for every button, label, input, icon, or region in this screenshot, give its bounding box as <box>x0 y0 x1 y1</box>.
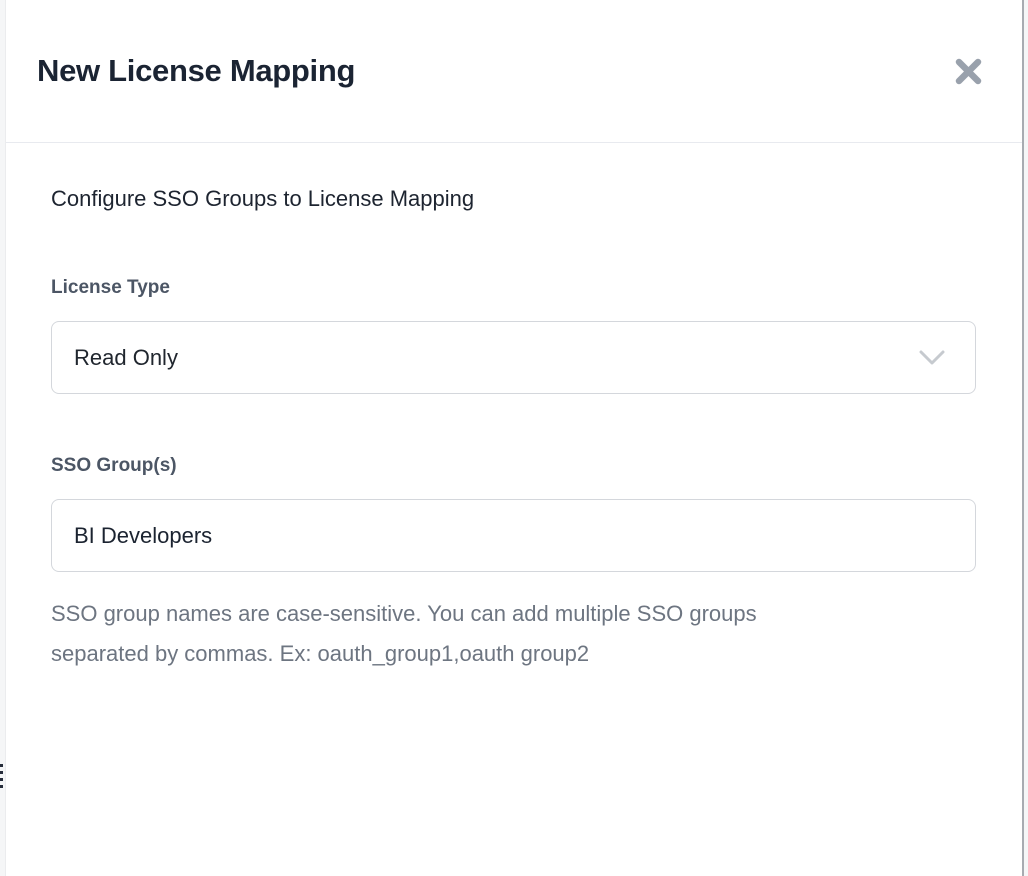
x-icon <box>953 56 984 87</box>
sso-groups-input[interactable] <box>51 499 976 572</box>
license-type-select[interactable]: Read Only <box>51 321 976 394</box>
sso-groups-label: SSO Group(s) <box>51 454 976 477</box>
sso-groups-help-text: SSO group names are case-sensitive. You … <box>51 594 796 674</box>
license-type-label: License Type <box>51 276 976 299</box>
background-list-icon-fragment <box>0 764 3 791</box>
new-license-mapping-modal: New License Mapping Configure SSO Groups… <box>5 0 1024 876</box>
chevron-down-icon <box>919 350 945 366</box>
page-background: { "modal": { "title": "New License Mappi… <box>0 0 1028 876</box>
modal-header: New License Mapping <box>6 0 1022 143</box>
close-button[interactable] <box>950 53 986 89</box>
modal-title: New License Mapping <box>37 53 355 89</box>
license-type-selected-value: Read Only <box>74 345 178 371</box>
modal-subtitle: Configure SSO Groups to License Mapping <box>51 185 976 212</box>
modal-body: Configure SSO Groups to License Mapping … <box>6 143 1022 674</box>
